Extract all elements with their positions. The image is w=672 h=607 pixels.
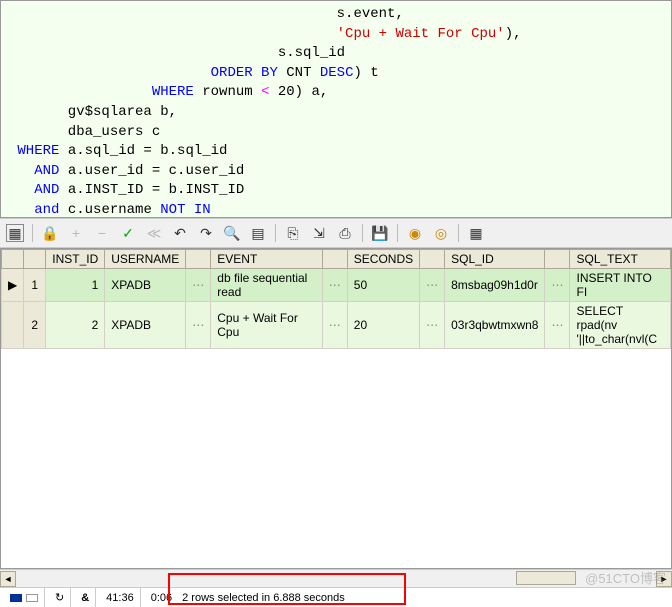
rollback-button[interactable]: ≪ bbox=[145, 224, 163, 242]
cell-ellipsis[interactable]: ⋯ bbox=[186, 269, 211, 302]
status-indicators bbox=[4, 588, 45, 607]
cell[interactable]: 8msbag09h1d0r bbox=[445, 269, 545, 302]
cell[interactable]: 03r3qbwtmxwn8 bbox=[445, 302, 545, 349]
cell[interactable]: 2 bbox=[46, 302, 105, 349]
cell[interactable]: INSERT INTO FI bbox=[570, 269, 671, 302]
separator bbox=[458, 224, 459, 242]
cell[interactable]: Cpu + Wait For Cpu bbox=[211, 302, 323, 349]
scroll-left-icon[interactable]: ◄ bbox=[0, 571, 16, 587]
separator bbox=[362, 224, 363, 242]
cell-ellipsis[interactable]: ⋯ bbox=[545, 302, 570, 349]
separator bbox=[32, 224, 33, 242]
col-marker[interactable] bbox=[2, 250, 24, 269]
col-header[interactable]: SECONDS bbox=[347, 250, 419, 269]
table-row[interactable]: 2 2 XPADB ⋯ Cpu + Wait For Cpu ⋯ 20 ⋯ 03… bbox=[2, 302, 671, 349]
row-number: 1 bbox=[24, 269, 46, 302]
cell[interactable]: SELECT rpad(nv '||to_char(nvl(C bbox=[570, 302, 671, 349]
results-toolbar: ▦ 🔒 + − ✓ ≪ ↶ ↷ 🔍 ▤ ⎘ ⇲ ⎙ 💾 ◉ ◎ ▦ bbox=[0, 218, 672, 248]
find-button[interactable]: 🔍 bbox=[223, 224, 241, 242]
cell[interactable]: 50 bbox=[347, 269, 419, 302]
fetch-button[interactable]: ◉ bbox=[406, 224, 424, 242]
scroll-right-icon[interactable]: ► bbox=[656, 571, 672, 587]
copy-button[interactable]: ⎘ bbox=[284, 224, 302, 242]
col-rownum[interactable] bbox=[24, 250, 46, 269]
cell-ellipsis[interactable]: ⋯ bbox=[322, 269, 347, 302]
refresh-icon[interactable]: ↻ bbox=[49, 588, 71, 607]
cell-ellipsis[interactable]: ⋯ bbox=[545, 269, 570, 302]
bookmark-button[interactable]: ▤ bbox=[249, 224, 267, 242]
row-marker bbox=[2, 302, 24, 349]
cell-ellipsis[interactable]: ⋯ bbox=[186, 302, 211, 349]
scrollbar-thumb[interactable] bbox=[516, 571, 576, 585]
col-gap bbox=[186, 250, 211, 269]
undo-button[interactable]: ↶ bbox=[171, 224, 189, 242]
horizontal-scrollbar[interactable]: ◄ ► bbox=[0, 569, 672, 587]
cell-ellipsis[interactable]: ⋯ bbox=[420, 269, 445, 302]
sql-editor[interactable]: s.event, 'Cpu + Wait For Cpu'), s.sql_id… bbox=[0, 0, 672, 218]
commit-button[interactable]: ✓ bbox=[119, 224, 137, 242]
cell[interactable]: 20 bbox=[347, 302, 419, 349]
status-message: 2 rows selected in 6.888 seconds bbox=[182, 592, 345, 604]
fetch-all-button[interactable]: ◎ bbox=[432, 224, 450, 242]
row-number: 2 bbox=[24, 302, 46, 349]
status-bar: ↻ & 41:36 0:06 2 rows selected in 6.888 … bbox=[0, 587, 672, 607]
col-gap bbox=[545, 250, 570, 269]
delete-row-button[interactable]: − bbox=[93, 224, 111, 242]
elapsed-time: 41:36 bbox=[100, 588, 141, 607]
col-header[interactable]: INST_ID bbox=[46, 250, 105, 269]
separator bbox=[397, 224, 398, 242]
export-button[interactable]: ⇲ bbox=[310, 224, 328, 242]
grid-view-button[interactable]: ▦ bbox=[6, 224, 24, 242]
col-gap bbox=[322, 250, 347, 269]
col-header[interactable]: SQL_TEXT bbox=[570, 250, 671, 269]
cell-ellipsis[interactable]: ⋯ bbox=[420, 302, 445, 349]
cell[interactable]: XPADB bbox=[105, 269, 186, 302]
redo-button[interactable]: ↷ bbox=[197, 224, 215, 242]
add-row-button[interactable]: + bbox=[67, 224, 85, 242]
col-gap bbox=[420, 250, 445, 269]
separator bbox=[275, 224, 276, 242]
cell-ellipsis[interactable]: ⋯ bbox=[322, 302, 347, 349]
sql-line: s.event, 'Cpu + Wait For Cpu'), s.sql_id… bbox=[9, 6, 522, 218]
col-header[interactable]: SQL_ID bbox=[445, 250, 545, 269]
table-row[interactable]: ▶ 1 1 XPADB ⋯ db file sequential read ⋯ … bbox=[2, 269, 671, 302]
col-header[interactable]: EVENT bbox=[211, 250, 323, 269]
amp-icon[interactable]: & bbox=[75, 588, 96, 607]
col-header[interactable]: USERNAME bbox=[105, 250, 186, 269]
save-button[interactable]: 💾 bbox=[371, 224, 389, 242]
print-button[interactable]: ⎙ bbox=[336, 224, 354, 242]
results-grid[interactable]: INST_ID USERNAME EVENT SECONDS SQL_ID SQ… bbox=[0, 248, 672, 569]
status-flag-white bbox=[26, 594, 38, 602]
status-flag-blue bbox=[10, 594, 22, 602]
cell[interactable]: db file sequential read bbox=[211, 269, 323, 302]
grid-options-button[interactable]: ▦ bbox=[467, 224, 485, 242]
cell[interactable]: XPADB bbox=[105, 302, 186, 349]
cell[interactable]: 1 bbox=[46, 269, 105, 302]
exec-time: 0:06 bbox=[145, 588, 178, 607]
row-marker: ▶ bbox=[2, 269, 24, 302]
lock-icon[interactable]: 🔒 bbox=[41, 224, 59, 242]
grid-header-row: INST_ID USERNAME EVENT SECONDS SQL_ID SQ… bbox=[2, 250, 671, 269]
